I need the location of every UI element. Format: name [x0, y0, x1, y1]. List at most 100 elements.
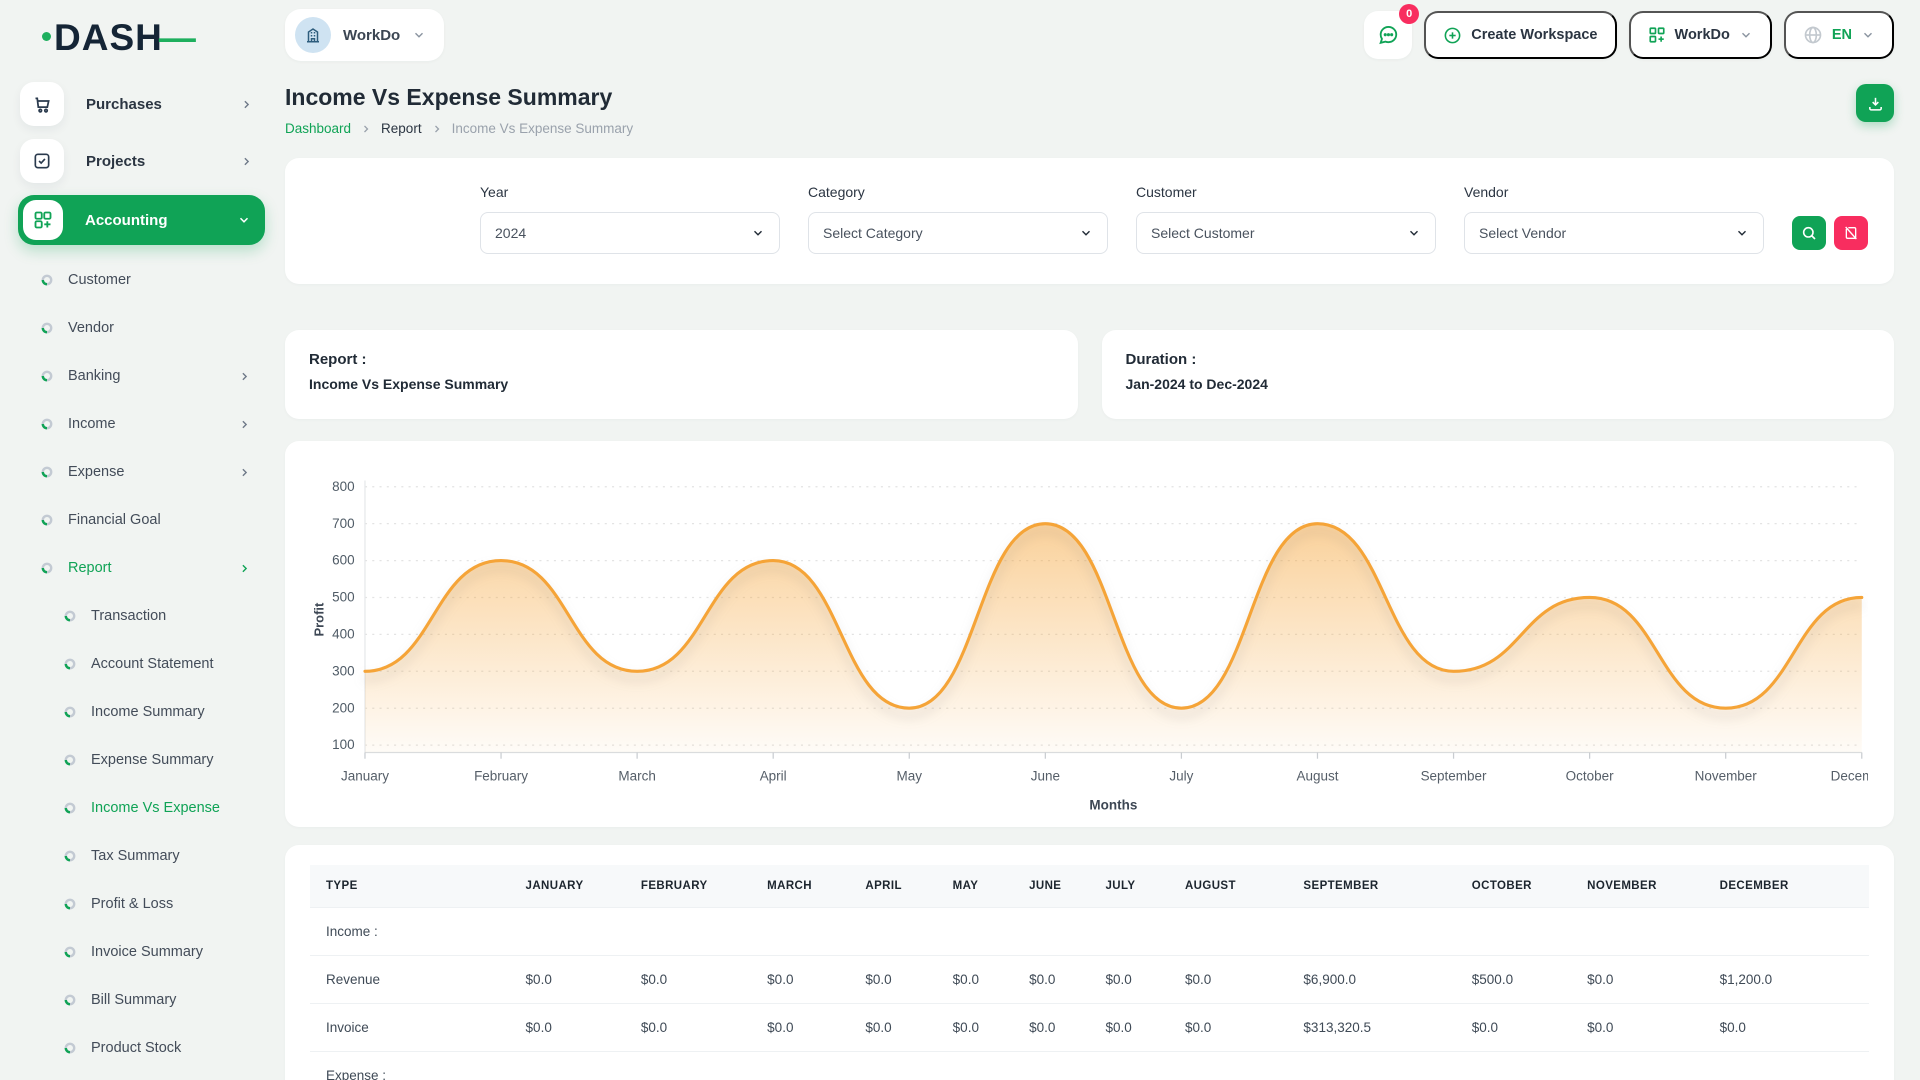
svg-text:600: 600	[332, 553, 355, 568]
search-icon	[1801, 225, 1817, 241]
app-logo[interactable]: DASH—	[18, 0, 265, 70]
row-value: $0.0	[849, 956, 936, 1004]
svg-text:100: 100	[332, 737, 355, 752]
language-code: EN	[1832, 27, 1852, 43]
sidebar-item-expense[interactable]: Expense	[18, 448, 265, 496]
breadcrumb-dashboard[interactable]: Dashboard	[285, 121, 351, 136]
vendor-select[interactable]: Select Vendor	[1464, 212, 1764, 254]
sidebar-item-invoice-summary[interactable]: Invoice Summary	[18, 928, 265, 976]
circle-plus-icon	[1443, 26, 1462, 45]
sidebar-item-vendor[interactable]: Vendor	[18, 304, 265, 352]
sidebar-item-projects[interactable]: Projects	[18, 138, 265, 184]
sidebar-item-label: Income Vs Expense	[91, 800, 220, 816]
svg-text:400: 400	[332, 627, 355, 642]
grid-plus-icon	[1648, 26, 1666, 44]
column-header: SEPTEMBER	[1287, 865, 1455, 908]
chevron-down-icon	[412, 28, 426, 42]
apply-filter-button[interactable]	[1792, 216, 1826, 250]
circle-bullet-icon	[41, 322, 53, 334]
circle-bullet-icon	[41, 562, 53, 574]
category-filter: Category Select Category	[808, 184, 1108, 254]
table-row: Revenue$0.0$0.0$0.0$0.0$0.0$0.0$0.0$0.0$…	[310, 956, 1869, 1004]
section-label: Income :	[310, 908, 1869, 956]
sidebar-item-financial-goal[interactable]: Financial Goal	[18, 496, 265, 544]
reset-filter-button[interactable]	[1834, 216, 1868, 250]
create-workspace-button[interactable]: Create Workspace	[1424, 11, 1616, 59]
sidebar-item-label: Invoice Summary	[91, 944, 203, 960]
circle-bullet-icon	[41, 514, 53, 526]
year-filter: Year2024	[480, 184, 780, 254]
svg-text:March: March	[618, 769, 655, 784]
sidebar-item-report[interactable]: Report	[18, 544, 265, 592]
create-workspace-label: Create Workspace	[1471, 27, 1597, 43]
messages-button[interactable]: 0	[1364, 11, 1412, 59]
language-selector[interactable]: EN	[1784, 11, 1894, 59]
sidebar-item-banking[interactable]: Banking	[18, 352, 265, 400]
main-content: WorkDo 0 Create Workspace	[283, 0, 1920, 1080]
svg-text:800: 800	[332, 479, 355, 494]
breadcrumb-report[interactable]: Report	[381, 121, 422, 136]
chevron-right-icon	[238, 466, 251, 479]
column-header: JULY	[1089, 865, 1169, 908]
summary-cards: Report : Income Vs Expense Summary Durat…	[285, 330, 1894, 419]
chevron-down-icon	[1079, 226, 1093, 240]
topbar-actions: 0 Create Workspace WorkDo	[1364, 11, 1894, 59]
sidebar-item-income-summary[interactable]: Income Summary	[18, 688, 265, 736]
chevron-down-icon	[1407, 226, 1421, 240]
row-value: $0.0	[1456, 1004, 1571, 1052]
download-report-button[interactable]	[1856, 84, 1894, 122]
column-header: DECEMBER	[1704, 865, 1869, 908]
row-value: $0.0	[1571, 1004, 1704, 1052]
sidebar-item-label: Income	[68, 416, 116, 432]
report-summary-card: Report : Income Vs Expense Summary	[285, 330, 1078, 419]
table-row: Invoice$0.0$0.0$0.0$0.0$0.0$0.0$0.0$0.0$…	[310, 1004, 1869, 1052]
column-header: JUNE	[1013, 865, 1089, 908]
sidebar-item-purchases[interactable]: Purchases	[18, 81, 265, 127]
sidebar-item-accounting[interactable]: Accounting	[18, 195, 265, 245]
circle-bullet-icon	[64, 754, 76, 766]
sidebar-item-income[interactable]: Income	[18, 400, 265, 448]
filter-actions	[1792, 216, 1868, 254]
row-value: $0.0	[625, 1004, 751, 1052]
sidebar-item-label: Financial Goal	[68, 512, 161, 528]
workdo-menu-button[interactable]: WorkDo	[1629, 11, 1772, 59]
chevron-right-icon	[240, 155, 253, 168]
sidebar-item-profit-loss[interactable]: Profit & Loss	[18, 880, 265, 928]
chevron-down-icon	[237, 213, 251, 227]
sidebar-item-income-vs-expense[interactable]: Income Vs Expense	[18, 784, 265, 832]
sidebar-item-expense-summary[interactable]: Expense Summary	[18, 736, 265, 784]
circle-bullet-icon	[64, 850, 76, 862]
logo-text: DASH	[54, 17, 163, 58]
customer-label: Customer	[1136, 184, 1436, 200]
svg-text:April: April	[760, 769, 787, 784]
sidebar-item-cash-flow[interactable]: Cash Flow	[18, 1072, 265, 1080]
sidebar-item-account-statement[interactable]: Account Statement	[18, 640, 265, 688]
sidebar-item-customer[interactable]: Customer	[18, 256, 265, 304]
category-label: Category	[808, 184, 1108, 200]
svg-text:November: November	[1695, 769, 1758, 784]
svg-text:January: January	[341, 769, 389, 784]
sidebar-item-label: Income Summary	[91, 704, 205, 720]
workspace-selector[interactable]: WorkDo	[285, 9, 444, 61]
column-header: TYPE	[310, 865, 510, 908]
sidebar-item-label: Bill Summary	[91, 992, 176, 1008]
row-value: $0.0	[751, 956, 849, 1004]
sidebar-item-tax-summary[interactable]: Tax Summary	[18, 832, 265, 880]
sidebar-item-transaction[interactable]: Transaction	[18, 592, 265, 640]
circle-bullet-icon	[64, 658, 76, 670]
svg-text:June: June	[1031, 769, 1060, 784]
chat-icon	[1377, 24, 1399, 46]
year-select[interactable]: 2024	[480, 212, 780, 254]
category-select[interactable]: Select Category	[808, 212, 1108, 254]
customer-select[interactable]: Select Customer	[1136, 212, 1436, 254]
sidebar-item-label: Product Stock	[91, 1040, 181, 1056]
sidebar-item-label: Purchases	[86, 96, 162, 113]
chevron-down-icon	[1735, 226, 1749, 240]
row-value: $0.0	[1704, 1004, 1869, 1052]
breadcrumb: Dashboard Report Income Vs Expense Summa…	[285, 121, 633, 136]
row-value: $0.0	[510, 956, 625, 1004]
building-icon	[295, 17, 331, 53]
sidebar-item-product-stock[interactable]: Product Stock	[18, 1024, 265, 1072]
svg-text:August: August	[1296, 769, 1338, 784]
sidebar-item-bill-summary[interactable]: Bill Summary	[18, 976, 265, 1024]
